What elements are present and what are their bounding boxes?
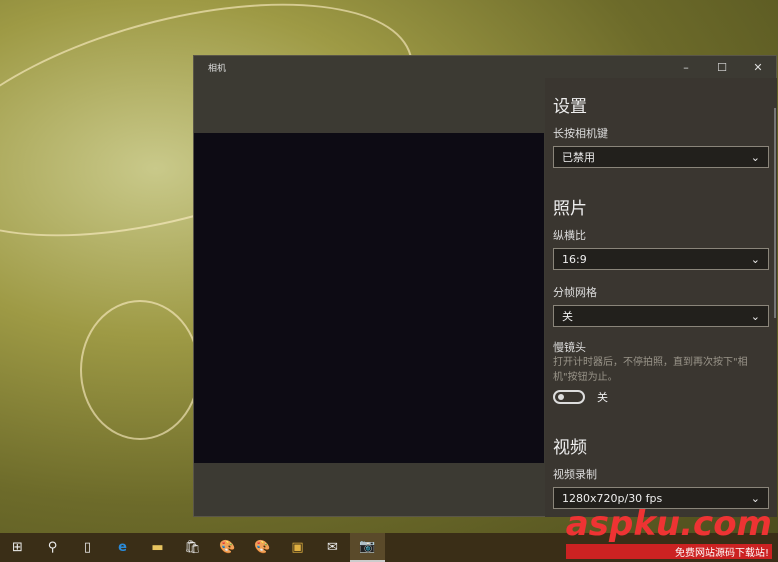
task-view-icon[interactable]: ▯ [70, 533, 105, 562]
close-button[interactable]: ✕ [740, 56, 776, 78]
store-icon[interactable]: 🛍 [175, 533, 210, 562]
paint-icon[interactable]: 🎨 [210, 533, 245, 562]
watermark-tagline: 免费网站源码下载站! [565, 544, 772, 559]
video-heading: 视频 [553, 438, 587, 458]
app-icon[interactable]: ▣ [280, 533, 315, 562]
chevron-down-icon: ⌄ [750, 491, 760, 505]
maximize-button[interactable]: ☐ [704, 56, 740, 78]
chevron-down-icon: ⌄ [750, 252, 760, 266]
grid-dropdown[interactable]: 关 ⌄ [553, 305, 769, 327]
camera-button-dropdown[interactable]: 已禁用 ⌄ [553, 146, 769, 168]
timelapse-label: 慢镜头 [553, 341, 586, 354]
watermark: aspku.com 免费网站源码下载站! [565, 504, 772, 559]
camera-window: 相机 – ☐ ✕ 设置 长按相机键 已禁用 ⌄ 照片 纵横比 16:9 ⌄ 分帧网格… [193, 55, 777, 517]
camera-icon[interactable]: 📷 [350, 533, 385, 562]
watermark-brand: aspku.com [565, 504, 772, 544]
edge-icon[interactable]: e [105, 533, 140, 562]
minimize-button[interactable]: – [668, 56, 704, 78]
settings-panel: 设置 长按相机键 已禁用 ⌄ 照片 纵横比 16:9 ⌄ 分帧网格 关 ⌄ 慢镜头 打… [545, 78, 777, 517]
dropdown-value: 关 [562, 310, 573, 323]
video-recording-label: 视频录制 [553, 468, 597, 481]
file-explorer-icon[interactable]: ▬ [140, 533, 175, 562]
window-title: 相机 [208, 63, 227, 74]
timelapse-description: 打开计时器后，不停拍照，直到再次按下"相机"按钮为止。 [553, 357, 748, 383]
camera-preview [194, 133, 544, 463]
search-icon[interactable]: ⚲ [35, 533, 70, 562]
start-icon[interactable]: ⊞ [0, 533, 35, 562]
settings-heading: 设置 [553, 97, 587, 117]
camera-button-label: 长按相机键 [553, 127, 608, 140]
dropdown-value: 已禁用 [562, 151, 595, 164]
toggle-state: 关 [597, 391, 608, 404]
photo-heading: 照片 [553, 199, 587, 219]
chevron-down-icon: ⌄ [750, 150, 760, 164]
dropdown-value: 16:9 [562, 252, 587, 266]
dropdown-value: 1280x720p/30 fps [562, 491, 663, 505]
chevron-down-icon: ⌄ [750, 309, 760, 323]
grid-label: 分帧网格 [553, 286, 597, 299]
paint-app-icon[interactable]: 🎨 [245, 533, 280, 562]
scrollbar[interactable] [774, 108, 776, 318]
aspect-ratio-dropdown[interactable]: 16:9 ⌄ [553, 248, 769, 270]
mail-icon[interactable]: ✉ [315, 533, 350, 562]
aspect-ratio-label: 纵横比 [553, 229, 586, 242]
wallpaper-streak [80, 300, 200, 440]
timelapse-toggle[interactable] [553, 390, 585, 404]
